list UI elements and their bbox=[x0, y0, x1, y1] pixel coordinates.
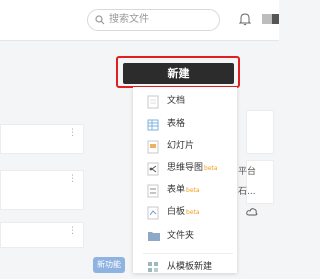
file-card[interactable]: ⋮ bbox=[0, 124, 84, 154]
avatar-edge bbox=[272, 14, 279, 24]
menu-item-label: 幻灯片 bbox=[167, 141, 195, 151]
highlight-box bbox=[116, 56, 240, 88]
menu-item-form[interactable]: 表单beta bbox=[133, 180, 237, 202]
beta-badge: beta bbox=[186, 187, 200, 194]
side-text-1: 平台 bbox=[238, 167, 257, 177]
menu-item-sheet[interactable]: 表格 bbox=[133, 114, 237, 136]
menu-item-whiteboard[interactable]: 白板beta bbox=[133, 202, 237, 224]
more-icon[interactable]: ⋮ bbox=[68, 227, 77, 236]
new-feature-badge[interactable]: 新功能 bbox=[93, 257, 125, 273]
whiteboard-icon bbox=[147, 206, 159, 220]
menu-item-slides[interactable]: 幻灯片 bbox=[133, 136, 237, 158]
template-icon bbox=[148, 262, 158, 272]
file-card[interactable]: ⋮ bbox=[0, 170, 84, 210]
menu-item-label: 从模板新建 bbox=[167, 262, 213, 272]
menu-item-label: 白板beta bbox=[167, 207, 200, 217]
menu-item-label: 表格 bbox=[167, 119, 186, 129]
folder-icon bbox=[148, 232, 160, 241]
menu-item-folder[interactable]: 文件夹 bbox=[133, 226, 237, 248]
new-menu: 文档 表格 幻灯片 思维导图beta 表单beta 白板beta 文件夹 从模板… bbox=[133, 87, 237, 273]
divider bbox=[143, 253, 233, 254]
menu-item-doc[interactable]: 文档 bbox=[133, 91, 237, 113]
menu-item-label: 文件夹 bbox=[167, 231, 195, 241]
beta-badge: beta bbox=[186, 209, 200, 216]
beta-badge: beta bbox=[204, 165, 218, 172]
bell-icon[interactable] bbox=[238, 12, 252, 26]
top-bar: 搜索文件 bbox=[0, 0, 279, 41]
more-icon[interactable]: ⋮ bbox=[68, 129, 77, 138]
search-input[interactable]: 搜索文件 bbox=[109, 13, 149, 27]
doc-icon bbox=[147, 95, 159, 109]
mindmap-icon bbox=[147, 162, 159, 176]
menu-item-label: 文档 bbox=[167, 96, 186, 106]
menu-item-template[interactable]: 从模板新建 bbox=[133, 257, 237, 279]
menu-item-mindmap[interactable]: 思维导图beta bbox=[133, 158, 237, 180]
sheet-icon bbox=[147, 119, 159, 131]
menu-item-label: 思维导图beta bbox=[167, 163, 218, 173]
more-icon[interactable]: ⋮ bbox=[68, 175, 77, 184]
cloud-icon bbox=[246, 208, 258, 216]
search-icon bbox=[95, 15, 105, 25]
file-card[interactable]: ⋮ bbox=[0, 222, 84, 248]
avatar[interactable] bbox=[262, 14, 272, 24]
menu-item-label: 表单beta bbox=[167, 185, 200, 195]
slides-icon bbox=[147, 140, 159, 154]
search-box[interactable]: 搜索文件 bbox=[87, 9, 220, 31]
form-icon bbox=[147, 184, 159, 198]
file-card[interactable] bbox=[246, 110, 274, 154]
side-text-2: 石... bbox=[238, 187, 256, 197]
